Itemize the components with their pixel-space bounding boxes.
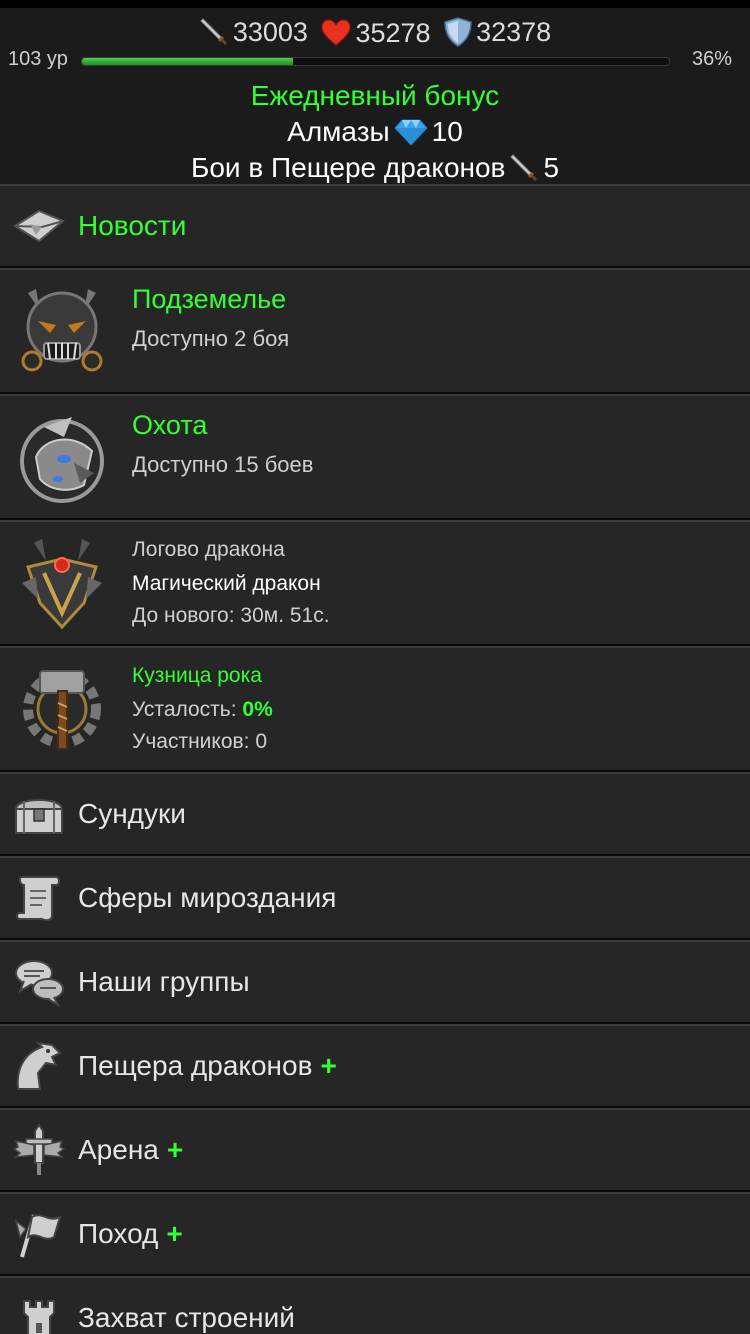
heart-icon bbox=[321, 19, 352, 46]
capture-label: Захват строений bbox=[78, 1302, 295, 1333]
menu-item-dungeon[interactable]: Подземелье Доступно 2 боя bbox=[0, 268, 750, 394]
forge-title: Кузница рока bbox=[132, 664, 262, 687]
lair-timer: До нового: 30м. 51с. bbox=[132, 604, 330, 627]
menu-item-hunt[interactable]: Охота Доступно 15 боев bbox=[0, 394, 750, 520]
news-label: Новости bbox=[78, 210, 187, 241]
shield-icon bbox=[444, 17, 472, 47]
menu-item-dragon-lair[interactable]: Логово дракона Магический дракон До ново… bbox=[0, 520, 750, 646]
menu-item-dragon-cave[interactable]: Пещера драконов + bbox=[0, 1024, 750, 1108]
winged-sword-icon bbox=[12, 1123, 66, 1175]
arena-label-wrap: Арена + bbox=[78, 1134, 183, 1166]
diamond-icon bbox=[393, 119, 428, 146]
arena-plus: + bbox=[166, 1134, 184, 1165]
forge-fatigue: Усталость: 0% bbox=[132, 698, 273, 722]
attack-value: 33003 bbox=[232, 17, 308, 47]
envelope-icon bbox=[13, 209, 65, 243]
menu-item-chests[interactable]: Сундуки bbox=[0, 772, 750, 856]
cave-battles-value: 5 bbox=[543, 152, 560, 183]
flag-icon bbox=[14, 1214, 62, 1258]
forge-participants: Участников: 0 bbox=[132, 730, 268, 753]
campaign-label-wrap: Поход + bbox=[78, 1218, 183, 1250]
menu-item-arena[interactable]: Арена + bbox=[0, 1108, 750, 1192]
tower-icon bbox=[23, 1300, 55, 1334]
hunt-title: Охота bbox=[132, 410, 208, 440]
xp-bar bbox=[81, 57, 670, 66]
daily-bonus-link[interactable]: Ежедневный бонус bbox=[0, 78, 750, 114]
menu-item-forge[interactable]: Кузница рока Усталость: 0% Участников: 0 bbox=[0, 646, 750, 772]
groups-label: Наши группы bbox=[78, 966, 250, 997]
campaign-label: Поход bbox=[78, 1218, 159, 1249]
diamonds-row: Алмазы 10 bbox=[0, 114, 750, 150]
hunt-subtitle: Доступно 15 боев bbox=[132, 452, 314, 477]
dragon-crest-icon bbox=[22, 539, 102, 630]
defense-value: 32378 bbox=[476, 17, 552, 47]
sword-icon bbox=[510, 154, 538, 181]
dungeon-subtitle: Доступно 2 боя bbox=[132, 326, 290, 351]
xp-bar-fill bbox=[82, 58, 294, 65]
menu-item-spheres[interactable]: Сферы мироздания bbox=[0, 856, 750, 940]
chest-icon bbox=[14, 799, 64, 834]
forge-fatigue-label: Усталость: bbox=[132, 698, 237, 721]
menu-item-capture[interactable]: Захват строений bbox=[0, 1276, 750, 1334]
cave-battles-label: Бои в Пещере драконов bbox=[190, 152, 506, 183]
sword-icon bbox=[200, 18, 227, 45]
menu-item-groups[interactable]: Наши группы bbox=[0, 940, 750, 1024]
chests-label: Сундуки bbox=[78, 798, 186, 829]
xp-percent: 36% bbox=[691, 48, 732, 70]
scroll-icon bbox=[16, 876, 60, 922]
attack-stat: 33003 bbox=[199, 16, 308, 48]
cave-battles-row: Бои в Пещере драконов 5 bbox=[0, 150, 750, 186]
dragon-cave-plus: + bbox=[320, 1050, 337, 1081]
menu-item-news[interactable]: Новости bbox=[0, 184, 750, 268]
diamonds-label: Алмазы bbox=[287, 116, 390, 147]
menu-item-campaign[interactable]: Поход + bbox=[0, 1192, 750, 1276]
defense-stat: 32378 bbox=[444, 16, 551, 48]
wolf-helm-icon bbox=[20, 417, 104, 503]
health-value: 35278 bbox=[355, 18, 431, 48]
top-strip bbox=[0, 0, 750, 8]
diamonds-value: 10 bbox=[431, 116, 463, 147]
campaign-plus: + bbox=[166, 1218, 183, 1249]
skull-mask-icon bbox=[21, 289, 103, 372]
dungeon-title: Подземелье bbox=[132, 284, 287, 314]
level-label: 103 ур bbox=[8, 48, 68, 70]
dragon-cave-label-wrap: Пещера драконов + bbox=[78, 1050, 337, 1082]
dragon-cave-label: Пещера драконов bbox=[78, 1050, 313, 1081]
lair-title: Логово дракона bbox=[132, 538, 285, 561]
lair-dragon-name: Магический дракон bbox=[132, 572, 321, 595]
spheres-label: Сферы мироздания bbox=[78, 882, 337, 913]
arena-label: Арена bbox=[78, 1134, 159, 1165]
forge-fatigue-value: 0% bbox=[242, 698, 273, 721]
dragon-head-icon bbox=[16, 1041, 62, 1090]
hammer-gear-icon bbox=[23, 670, 101, 750]
stats-row: 33003 35278 32378 bbox=[0, 16, 750, 54]
header: 33003 35278 32378 103 ур 36% Ежедневный … bbox=[0, 8, 750, 184]
chat-icon bbox=[15, 960, 64, 1008]
health-stat: 35278 bbox=[321, 17, 431, 49]
